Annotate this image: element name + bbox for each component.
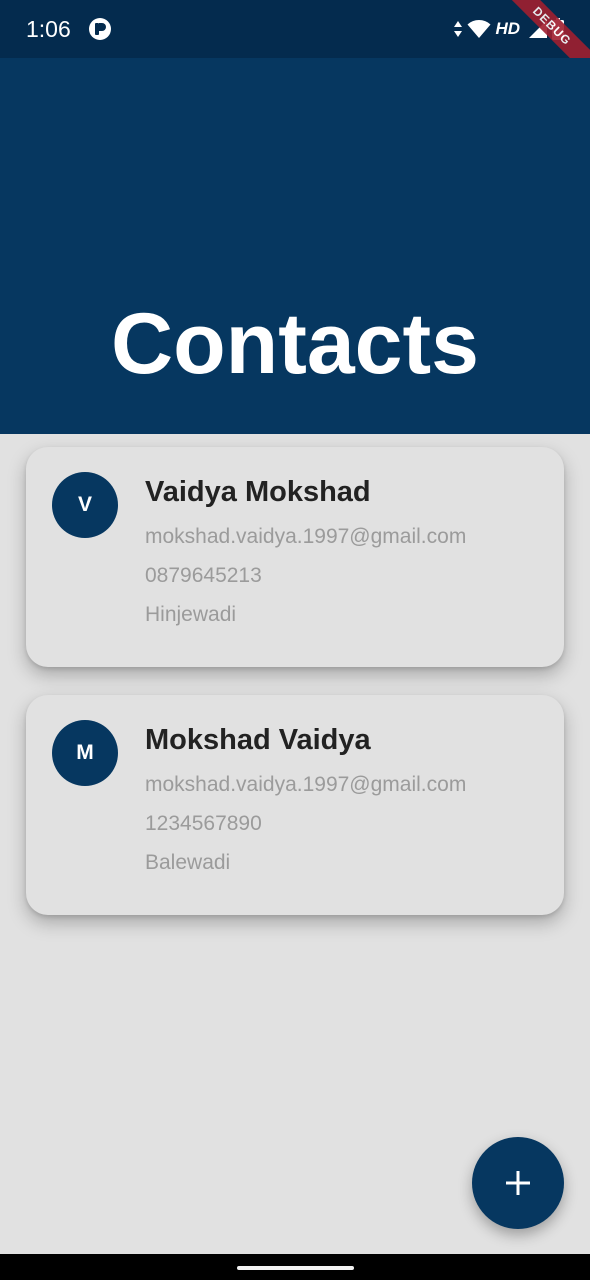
data-arrows-icon — [454, 21, 463, 37]
contact-name: Vaidya Mokshad — [145, 476, 371, 508]
contact-card[interactable]: M Mokshad Vaidya mokshad.vaidya.1997@gma… — [26, 695, 564, 915]
add-contact-button[interactable] — [472, 1137, 564, 1229]
plus-icon — [506, 1171, 530, 1195]
avatar: V — [52, 472, 118, 538]
contact-email: mokshad.vaidya.1997@gmail.com — [145, 525, 467, 548]
status-bar: 1:06 HD — [0, 0, 590, 58]
contact-location: Balewadi — [145, 851, 231, 874]
app-notification-icon — [89, 18, 111, 40]
contact-name: Mokshad Vaidya — [145, 724, 371, 756]
contact-phone: 1234567890 — [145, 812, 262, 835]
status-time: 1:06 — [26, 16, 71, 42]
navigation-bar — [0, 1254, 590, 1280]
network-type-label: HD — [495, 19, 520, 38]
wifi-icon — [467, 20, 491, 38]
avatar: M — [52, 720, 118, 786]
contact-location: Hinjewadi — [145, 603, 237, 626]
contact-phone: 0879645213 — [145, 564, 262, 587]
contact-card[interactable]: V Vaidya Mokshad mokshad.vaidya.1997@gma… — [26, 447, 564, 667]
home-gesture-handle[interactable] — [237, 1266, 354, 1270]
app-bar: Contacts — [0, 58, 590, 434]
contact-email: mokshad.vaidya.1997@gmail.com — [145, 773, 467, 796]
page-title: Contacts — [111, 296, 479, 392]
